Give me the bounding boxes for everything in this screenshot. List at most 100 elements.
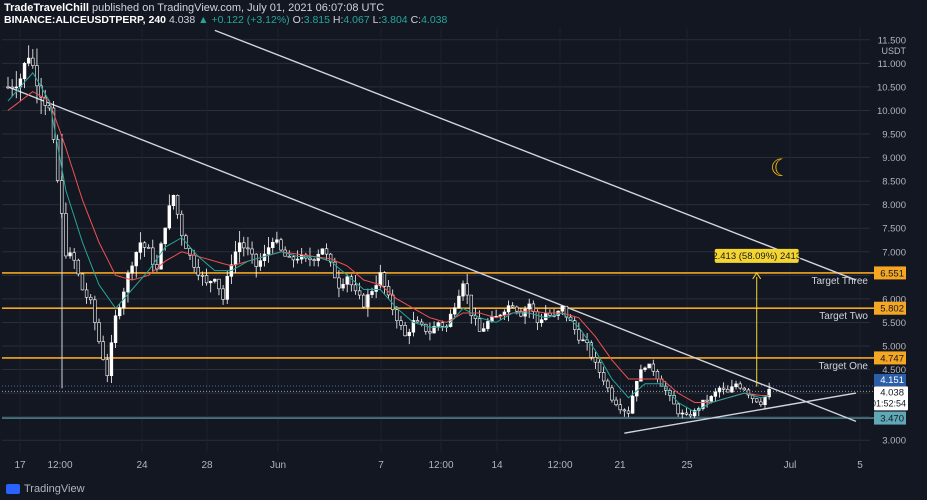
measure-label-text: 2.413 (58.09%) 2413	[712, 251, 801, 262]
price-chart[interactable]: 2.413 (58.09%) 2413 3.0003.5004.0004.500…	[0, 0, 927, 500]
candle-body	[246, 247, 250, 250]
candle-body	[221, 288, 225, 300]
current-price-text: 4.038	[880, 387, 904, 398]
y-tick-label: 5.000	[882, 342, 906, 353]
candle-body	[180, 213, 184, 237]
candle-body	[515, 306, 519, 312]
x-tick-label: 28	[201, 460, 213, 471]
candle-body	[709, 396, 713, 402]
candle-body	[676, 403, 680, 415]
y-tick-label: 8.500	[882, 177, 906, 188]
price-change: ▲ +0.122 (+3.12%)	[198, 14, 290, 26]
candle-body	[726, 389, 730, 393]
candle-body	[457, 295, 461, 309]
candle-body	[610, 387, 614, 401]
candle-body	[428, 331, 432, 334]
candle-body	[366, 294, 370, 308]
candle-body	[101, 341, 105, 360]
y-tick-label: 10.000	[877, 106, 906, 117]
countdown-text: 01:52:54	[871, 398, 906, 408]
candle-body	[324, 248, 329, 255]
candle-body	[399, 320, 403, 326]
candle-body	[742, 387, 747, 391]
candle-body	[382, 272, 387, 287]
candle-body	[436, 322, 440, 327]
candle-body	[242, 242, 246, 249]
tradingview-logo[interactable]: TradingView	[6, 483, 85, 495]
candle-body	[80, 273, 85, 291]
close-label: C:	[410, 14, 422, 26]
author-name[interactable]: TradeTravelChill	[4, 2, 89, 14]
publish-text: published on TradingView.com, July 01, 2…	[92, 2, 385, 14]
candle-body	[560, 305, 565, 312]
candle-body	[395, 309, 399, 322]
x-tick-label: 5	[857, 460, 863, 471]
candle-body	[374, 285, 378, 292]
candle-body	[192, 254, 196, 268]
candle-body	[477, 318, 482, 332]
high-label: H:	[332, 14, 344, 26]
candle-body	[601, 372, 606, 382]
candle-body	[626, 410, 631, 414]
candle-body	[614, 399, 618, 406]
candle-body	[597, 361, 602, 373]
candle-body	[635, 380, 639, 397]
candle-body	[287, 255, 291, 258]
price-badge-text: 4.151	[880, 375, 904, 386]
y-tick-label: 3.000	[882, 436, 906, 447]
candle-body	[415, 320, 420, 323]
candle-body	[548, 313, 552, 316]
candle-body	[622, 409, 627, 412]
candle-body	[64, 213, 68, 257]
candle-body	[291, 256, 296, 261]
y-tick-label: 7.500	[882, 224, 906, 235]
candle-body	[295, 258, 300, 261]
last-price: 4.038	[168, 14, 196, 26]
y-tick-label: 8.000	[882, 200, 906, 211]
currency-label: USDT	[882, 46, 907, 56]
candle-body	[93, 299, 97, 323]
candle-body	[271, 241, 275, 248]
candle-body	[738, 383, 742, 389]
candle-body	[353, 284, 358, 292]
candle-body	[171, 195, 176, 206]
candle-body	[76, 259, 81, 275]
candle-body	[717, 387, 722, 393]
y-tick-label: 10.500	[877, 82, 906, 93]
publish-line: TradeTravelChill published on TradingVie…	[4, 2, 384, 14]
candle-body	[167, 205, 172, 229]
candle-body	[630, 395, 635, 414]
footer-bar	[0, 478, 927, 500]
candle-body	[461, 283, 465, 297]
candle-body	[759, 401, 763, 406]
x-tick-label: 21	[614, 460, 626, 471]
level-name: Target Three	[811, 276, 868, 287]
candle-body	[89, 296, 93, 301]
x-tick-label: 12:00	[547, 460, 572, 471]
candle-body	[419, 321, 424, 325]
level-price-text: 4.747	[880, 353, 904, 364]
y-tick-label: 9.500	[882, 130, 906, 141]
level-name: Target Two	[819, 311, 868, 322]
candle-body	[647, 363, 651, 369]
symbol-name[interactable]: BINANCE:ALICEUSDTPERP, 240	[4, 14, 166, 26]
candle-body	[68, 252, 72, 257]
y-tick-label: 5.500	[882, 318, 906, 329]
candle-body	[213, 278, 217, 282]
candle-body	[527, 303, 531, 310]
x-tick-label: 12:00	[47, 460, 72, 471]
candle-body	[341, 284, 345, 289]
level-price-text: 3.470	[880, 414, 904, 425]
candle-body	[84, 289, 89, 298]
candle-body	[684, 412, 689, 415]
candle-body	[6, 86, 10, 89]
candle-body	[465, 283, 469, 296]
candle-body	[544, 313, 548, 320]
candle-body	[196, 266, 200, 276]
brand-text: TradingView	[24, 483, 85, 495]
candle-body	[142, 242, 147, 248]
candle-body	[134, 252, 138, 267]
x-tick-label: 24	[136, 460, 148, 471]
candle-body	[482, 328, 486, 332]
candle-body	[655, 370, 660, 380]
